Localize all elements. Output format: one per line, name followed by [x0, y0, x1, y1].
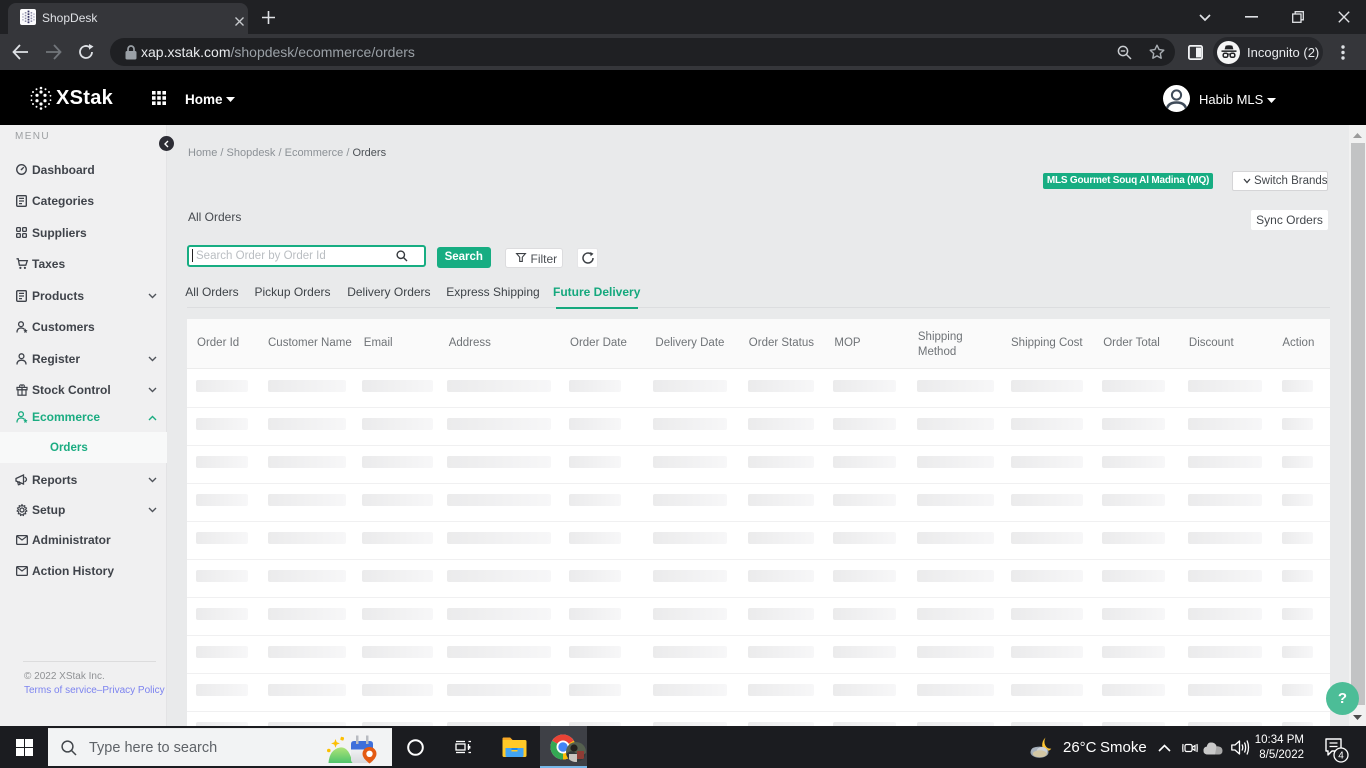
svg-text:4: 4: [1338, 751, 1344, 762]
